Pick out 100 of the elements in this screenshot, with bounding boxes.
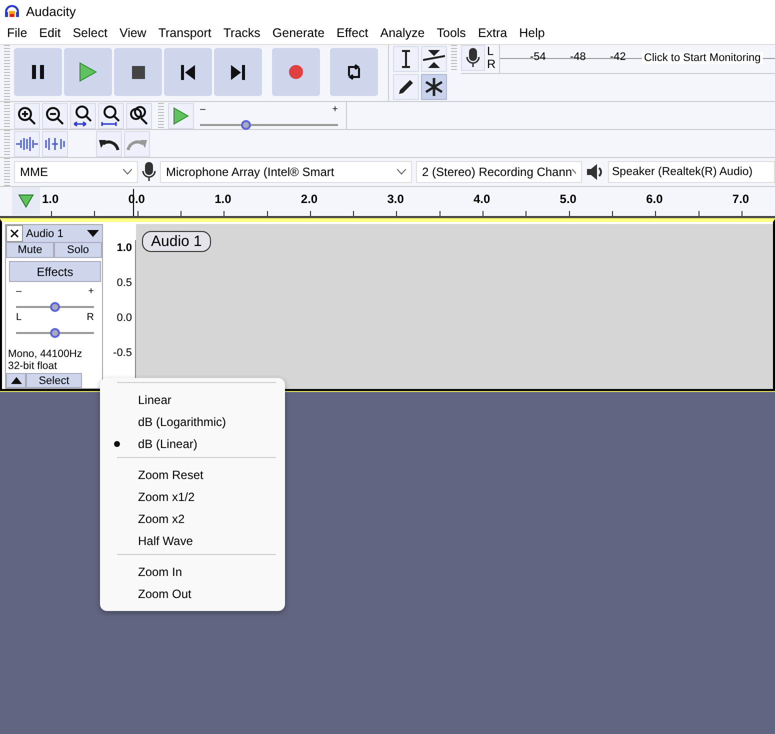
menu-item[interactable]: Select bbox=[66, 26, 114, 40]
collapse-button[interactable] bbox=[6, 373, 26, 388]
record-meter-button[interactable] bbox=[461, 45, 485, 71]
loop-button[interactable] bbox=[330, 48, 378, 96]
time-tick-label: 7.0 bbox=[732, 192, 750, 206]
playback-device-dropdown[interactable]: Speaker (Realtek(R) Audio) bbox=[608, 161, 775, 183]
amplitude-tick-label: -0.5 bbox=[113, 347, 132, 359]
waveform-area[interactable]: Audio 1 bbox=[136, 224, 773, 389]
pause-button[interactable] bbox=[14, 48, 62, 96]
stop-icon bbox=[132, 66, 144, 78]
play-at-speed-button[interactable] bbox=[168, 102, 194, 128]
menu-item[interactable]: View bbox=[113, 26, 152, 40]
menu-item[interactable]: Zoom x2 bbox=[100, 508, 285, 530]
slider-thumb[interactable] bbox=[50, 302, 60, 312]
up-triangle-icon bbox=[10, 377, 22, 384]
menu-item[interactable]: dB (Logarithmic) bbox=[100, 411, 285, 433]
play-icon bbox=[173, 106, 189, 124]
fit-selection-button[interactable] bbox=[70, 102, 96, 128]
skip-to-start-icon bbox=[181, 64, 195, 80]
plus-label: + bbox=[332, 105, 338, 115]
select-button[interactable]: Select bbox=[26, 373, 82, 388]
time-tick-label: 3.0 bbox=[387, 192, 404, 206]
left-label: L bbox=[16, 313, 22, 324]
record-icon bbox=[289, 65, 303, 79]
menu-item[interactable]: Analyze bbox=[374, 26, 431, 40]
chevron-icon bbox=[123, 169, 132, 175]
minus-label: – bbox=[200, 105, 206, 115]
envelope-tool-button[interactable] bbox=[421, 46, 447, 72]
chevron-icon bbox=[397, 169, 406, 175]
multi-tool-button[interactable] bbox=[421, 74, 447, 100]
menu-item[interactable]: File bbox=[1, 26, 34, 40]
track-info-text: Mono, 44100Hz bbox=[8, 348, 84, 360]
stop-button[interactable] bbox=[114, 48, 162, 96]
pause-icon bbox=[31, 64, 45, 80]
envelope-icon bbox=[423, 49, 445, 69]
time-tick-label: 2.0 bbox=[300, 192, 318, 206]
amplitude-tick-label: 0.0 bbox=[116, 312, 132, 324]
menu-item[interactable]: Linear bbox=[100, 389, 285, 411]
menu-item[interactable]: Effect bbox=[330, 26, 374, 40]
undo-button[interactable] bbox=[96, 130, 122, 156]
menu-item[interactable]: Generate bbox=[266, 26, 331, 40]
window-title: Audacity bbox=[26, 4, 76, 18]
menu-item[interactable]: Tools bbox=[430, 26, 472, 40]
track-info-text: 32-bit float bbox=[8, 360, 58, 372]
effects-button[interactable]: Effects bbox=[9, 261, 101, 282]
right-label: R bbox=[86, 313, 94, 324]
i-beam-icon bbox=[400, 50, 412, 68]
record-button[interactable] bbox=[272, 48, 320, 96]
waveform-icon bbox=[16, 136, 38, 152]
zoom-in-button[interactable] bbox=[14, 102, 40, 128]
menu-item[interactable]: Help bbox=[513, 26, 551, 40]
menu-item[interactable]: Transport bbox=[152, 26, 218, 40]
speaker-icon bbox=[586, 163, 604, 181]
dropdown-triangle-icon bbox=[87, 230, 99, 237]
clip-name[interactable]: Audio 1 bbox=[142, 231, 211, 252]
play-icon bbox=[79, 62, 97, 82]
end-button[interactable] bbox=[214, 48, 262, 96]
menu-item[interactable]: Tracks bbox=[217, 26, 266, 40]
fit-project-button[interactable] bbox=[98, 102, 124, 128]
audio-host-dropdown[interactable]: MME bbox=[14, 161, 138, 183]
solo-button[interactable]: Solo bbox=[54, 242, 102, 258]
slider-thumb[interactable] bbox=[50, 328, 60, 338]
pencil-tool-button[interactable] bbox=[393, 74, 419, 100]
app-logo-icon bbox=[4, 3, 20, 19]
zoom-toggle-icon bbox=[129, 106, 149, 126]
ibeam-tool-button[interactable] bbox=[393, 46, 419, 72]
channel-label: L bbox=[487, 45, 495, 58]
level-meter[interactable]: -54 -48 -42 Click to Start Monitoring bbox=[499, 45, 775, 73]
triangle-icon bbox=[18, 194, 34, 208]
mute-button[interactable]: Mute bbox=[6, 242, 54, 258]
play-head-button[interactable] bbox=[12, 187, 40, 215]
menu-item[interactable]: Half Wave bbox=[100, 530, 285, 552]
meter-tick-label: -42 bbox=[610, 51, 626, 63]
start-button[interactable] bbox=[164, 48, 212, 96]
menu-item[interactable]: Zoom x1/2 bbox=[100, 486, 285, 508]
silence-button[interactable] bbox=[42, 130, 68, 156]
trim-button[interactable] bbox=[14, 130, 40, 156]
menu-item[interactable]: Zoom In bbox=[100, 561, 285, 583]
slider-thumb[interactable] bbox=[240, 120, 251, 130]
menu-item[interactable]: Edit bbox=[33, 26, 67, 40]
time-tick-label: 1.0 bbox=[42, 192, 59, 206]
monitoring-prompt[interactable]: Click to Start Monitoring bbox=[642, 52, 763, 64]
zoom-fit-icon bbox=[73, 104, 93, 126]
menu-item[interactable]: Zoom Reset bbox=[100, 464, 285, 486]
microphone-icon bbox=[466, 48, 480, 68]
zoom-out-button[interactable] bbox=[42, 102, 68, 128]
time-tick-label: 4.0 bbox=[474, 192, 490, 206]
menu-item[interactable]: Extra bbox=[472, 26, 514, 40]
menu-item[interactable]: dB (Linear) bbox=[100, 433, 285, 455]
recording-device-dropdown[interactable]: Microphone Array (Intel® Smart bbox=[160, 161, 412, 183]
waveform-icon bbox=[44, 136, 66, 152]
zoom-toggle-button[interactable] bbox=[126, 102, 152, 128]
time-tick-label: 6.0 bbox=[646, 192, 663, 206]
time-tick-label: 5.0 bbox=[560, 192, 576, 206]
skip-to-end-icon bbox=[231, 64, 245, 80]
zoom-fit-icon bbox=[101, 104, 121, 126]
recording-channels-dropdown[interactable]: 2 (Stereo) Recording Chann bbox=[416, 161, 582, 183]
amplitude-tick-label: 1.0 bbox=[116, 242, 132, 254]
menu-item[interactable]: Zoom Out bbox=[100, 583, 285, 605]
chevron-icon bbox=[572, 169, 576, 175]
